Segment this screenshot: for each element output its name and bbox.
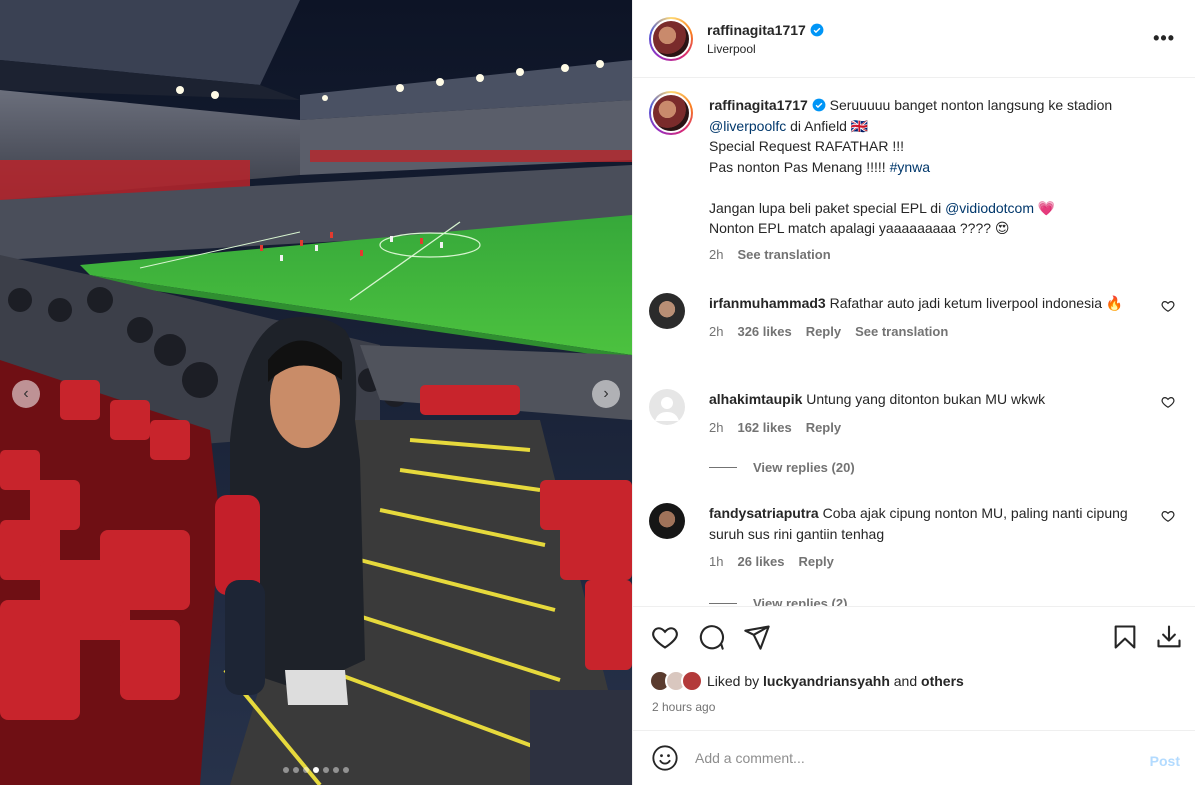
carousel-dot [333, 767, 339, 773]
carousel-indicator [0, 767, 632, 773]
comment-item: alhakimtaupik Untung yang ditonton bukan… [649, 389, 1179, 438]
commenter-username[interactable]: irfanmuhammad3 [709, 295, 826, 311]
carousel-dot-active [313, 767, 319, 773]
post-sidebar: raffinagita1717 Liverpool ••• raffinagit… [632, 0, 1195, 785]
see-translation-link[interactable]: See translation [855, 322, 948, 343]
verified-badge-icon [812, 98, 826, 112]
comment-input[interactable] [695, 750, 1115, 766]
comment-likes[interactable]: 26 likes [737, 552, 784, 573]
hashtag-link[interactable]: #ynwa [890, 159, 930, 175]
comment-item: fandysatriaputra Coba ajak cipung nonton… [649, 503, 1179, 573]
caption-time: 2h [709, 246, 724, 262]
like-comment-heart-icon[interactable] [1161, 509, 1175, 523]
download-icon[interactable] [1155, 623, 1183, 651]
reply-button[interactable]: Reply [806, 418, 841, 439]
post-location[interactable]: Liverpool [707, 42, 824, 56]
mention-link[interactable]: @vidiodotcom [945, 200, 1034, 216]
emoji-smiley-icon[interactable] [651, 744, 679, 772]
view-replies-button[interactable]: View replies (20) [709, 460, 855, 475]
action-bar [633, 606, 1195, 666]
view-replies-button[interactable]: View replies (2) [709, 596, 847, 606]
mention-link[interactable]: @liverpoolfc [709, 118, 786, 134]
comment-likes[interactable]: 326 likes [737, 322, 791, 343]
like-heart-icon[interactable] [651, 623, 679, 651]
add-comment-bar: Post [633, 730, 1195, 785]
commenter-avatar[interactable] [649, 293, 685, 329]
post-media[interactable]: ‹ › [0, 0, 632, 785]
comment-time: 2h [709, 419, 724, 435]
carousel-dot [283, 767, 289, 773]
comment-item: irfanmuhammad3 Rafathar auto jadi ketum … [649, 293, 1179, 342]
caption-text: Nonton EPL match apalagi yaaaaaaaaa ????… [709, 220, 1010, 236]
comment-likes[interactable]: 162 likes [737, 418, 791, 439]
carousel-dot [343, 767, 349, 773]
commenter-avatar[interactable] [649, 503, 685, 539]
comment-text: Untung yang ditonton bukan MU wkwk [806, 391, 1046, 407]
more-options-icon[interactable]: ••• [1153, 28, 1175, 49]
author-avatar[interactable] [649, 16, 693, 61]
post-header: raffinagita1717 Liverpool ••• [633, 0, 1195, 78]
liked-by-user-link[interactable]: luckyandriansyahh [763, 673, 890, 689]
default-avatar-icon[interactable] [649, 389, 685, 425]
liked-by-label: Liked by [707, 673, 760, 689]
caption-text: Pas nonton Pas Menang !!!!! [709, 158, 890, 175]
comments-list[interactable]: raffinagita1717 Seruuuuu banget nonton l… [633, 79, 1195, 606]
liked-others-link[interactable]: others [921, 673, 964, 689]
caption-text: di Anfield 🇬🇧 [786, 117, 869, 134]
stadium-photo [0, 0, 632, 785]
post-timestamp[interactable]: 2 hours ago [652, 700, 715, 714]
liker-avatars [649, 670, 707, 692]
reply-button[interactable]: Reply [806, 322, 841, 343]
commenter-username[interactable]: alhakimtaupik [709, 391, 802, 407]
caption: raffinagita1717 Seruuuuu banget nonton l… [649, 91, 1179, 266]
caption-username[interactable]: raffinagita1717 [709, 97, 808, 113]
verified-badge-icon [810, 23, 824, 36]
caption-text: Seruuuuu banget nonton langsung ke stadi… [829, 97, 1113, 113]
comment-time: 2h [709, 323, 724, 339]
carousel-dot [293, 767, 299, 773]
comment-time: 1h [709, 554, 724, 569]
like-comment-heart-icon[interactable] [1161, 395, 1175, 409]
caption-emoji: 💗 [1034, 199, 1056, 216]
caption-avatar[interactable] [649, 91, 693, 135]
comment-text: Rafathar auto jadi ketum liverpool indon… [829, 295, 1124, 311]
see-translation-link[interactable]: See translation [737, 245, 830, 266]
liked-and-label: and [893, 673, 918, 689]
comment-bubble-icon[interactable] [697, 623, 725, 651]
carousel-dot [323, 767, 329, 773]
carousel-dot [303, 767, 309, 773]
likes-summary: Liked by luckyandriansyahh and others [649, 670, 964, 692]
carousel-next-button[interactable]: › [592, 380, 620, 408]
author-username[interactable]: raffinagita1717 [707, 22, 806, 38]
caption-text: Special Request RAFATHAR !!! [709, 138, 905, 154]
reply-button[interactable]: Reply [798, 552, 833, 573]
share-send-icon[interactable] [743, 623, 771, 651]
caption-text: Jangan lupa beli paket special EPL di [709, 199, 946, 216]
carousel-prev-button[interactable]: ‹ [12, 380, 40, 408]
like-comment-heart-icon[interactable] [1161, 299, 1175, 313]
commenter-username[interactable]: fandysatriaputra [709, 505, 819, 521]
bookmark-save-icon[interactable] [1111, 623, 1139, 651]
post-comment-button[interactable]: Post [1150, 753, 1180, 769]
